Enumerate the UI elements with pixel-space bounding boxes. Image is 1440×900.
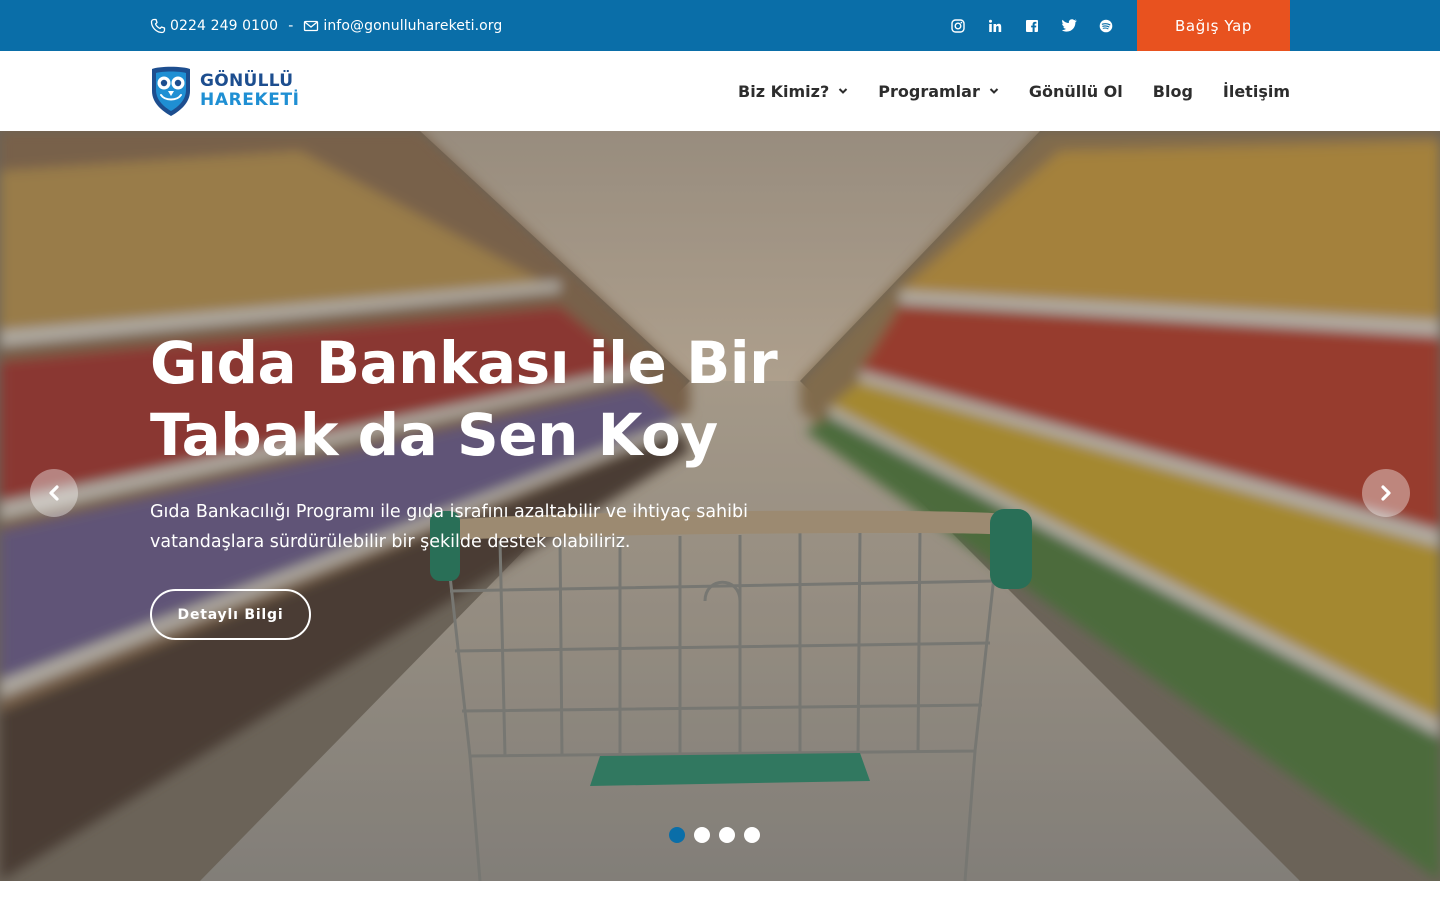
slider-dot-1[interactable] xyxy=(669,827,685,843)
details-button[interactable]: Detaylı Bilgi xyxy=(150,589,311,640)
nav-item-gonullu-ol[interactable]: Gönüllü Ol xyxy=(1029,82,1123,101)
hero-description: Gıda Bankacılığı Programı ile gıda israf… xyxy=(150,502,748,552)
nav-item-blog[interactable]: Blog xyxy=(1153,82,1193,101)
main-nav: Biz Kimiz? Programlar Gönüllü Ol Blog İl… xyxy=(738,51,1290,131)
contact-info: 0224 249 0100 - info@gonulluhareketi.org xyxy=(150,0,502,51)
main-header: GÖNÜLLÜ HAREKETİ Biz Kimiz? Programlar G… xyxy=(0,51,1440,131)
logo-text-line2: HAREKETİ xyxy=(200,90,300,110)
linkedin-icon[interactable] xyxy=(983,14,1007,38)
email-address[interactable]: info@gonulluhareketi.org xyxy=(323,18,502,34)
social-links xyxy=(946,0,1131,51)
nav-item-label: Gönüllü Ol xyxy=(1028,81,1123,101)
chevron-left-icon xyxy=(49,485,59,501)
phone-number[interactable]: 0224 249 0100 xyxy=(170,18,278,34)
twitter-icon[interactable] xyxy=(1057,14,1081,38)
slider-dot-3[interactable] xyxy=(719,827,735,843)
nav-item-programlar[interactable]: Programlar xyxy=(878,82,999,101)
nav-item-label: İletişim xyxy=(1222,81,1290,101)
facebook-icon[interactable] xyxy=(1020,14,1044,38)
contact-separator: - xyxy=(288,17,294,34)
chevron-down-icon xyxy=(839,88,848,94)
slider-pagination xyxy=(669,827,769,843)
phone-icon xyxy=(150,18,166,33)
slider-dot-2[interactable] xyxy=(694,827,710,843)
envelope-icon xyxy=(304,20,319,31)
chevron-right-icon xyxy=(1381,485,1391,501)
slider-prev-button[interactable] xyxy=(30,469,78,517)
nav-item-label: Blog xyxy=(1152,81,1193,101)
nav-item-label: Biz Kimiz? xyxy=(738,81,830,101)
spotify-icon[interactable] xyxy=(1094,14,1118,38)
owl-shield-logo-icon xyxy=(152,66,190,116)
nav-item-label: Programlar xyxy=(878,81,980,101)
chevron-down-icon xyxy=(989,88,999,94)
logo-text: GÖNÜLLÜ HAREKETİ xyxy=(200,72,300,110)
page-content-start xyxy=(0,881,1440,900)
nav-item-iletisim[interactable]: İletişim xyxy=(1223,82,1290,101)
slider-dot-4[interactable] xyxy=(744,827,760,843)
donate-button[interactable]: Bağış Yap xyxy=(1137,0,1290,51)
top-bar: 0224 249 0100 - info@gonulluhareketi.org… xyxy=(0,0,1440,51)
nav-item-biz-kimiz[interactable]: Biz Kimiz? xyxy=(738,82,848,101)
instagram-icon[interactable] xyxy=(946,14,970,38)
hero-slider: Gıda Bankası ile Bir Tabak da Sen Koy Gı… xyxy=(0,131,1440,881)
site-logo[interactable]: GÖNÜLLÜ HAREKETİ xyxy=(150,65,302,117)
slider-next-button[interactable] xyxy=(1362,469,1410,517)
hero-title: Gıda Bankası ile Bir Tabak da Sen Koy xyxy=(150,329,778,469)
logo-text-line1: GÖNÜLLÜ xyxy=(200,71,294,91)
